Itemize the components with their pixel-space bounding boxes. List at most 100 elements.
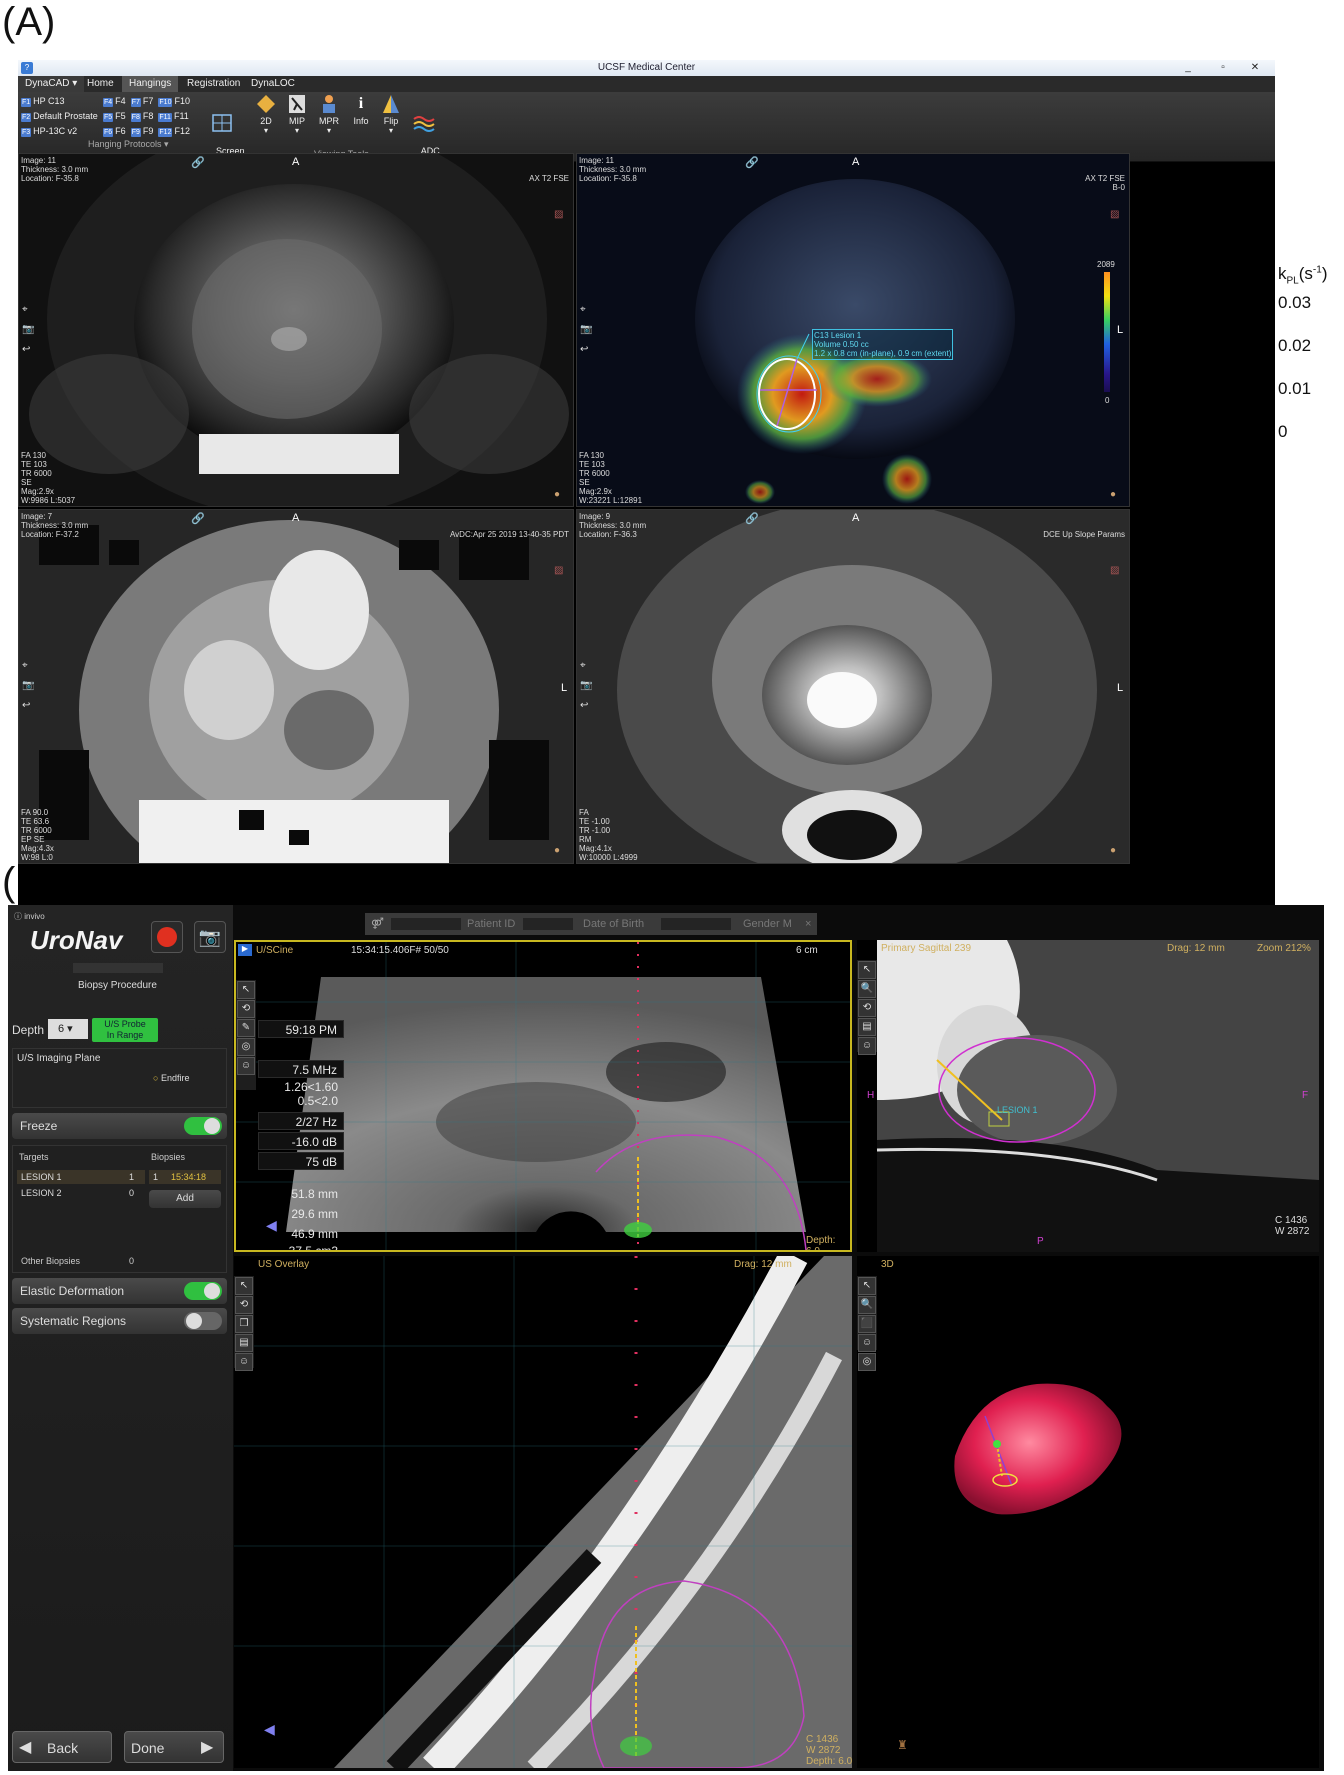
fkey-f4[interactable]: F4 [115,96,126,106]
select-tool-icon[interactable]: ↖ [858,1277,876,1295]
tool-info[interactable]: i Info [344,94,378,126]
close-button[interactable]: ✕ [1240,61,1270,75]
target-tool-icon[interactable]: ◎ [237,1038,255,1056]
restore-button[interactable]: ▫ [1208,61,1238,75]
viewport-us-overlay[interactable]: ↖ ⟲ ❒ ▤ ☺ US Overlay Drag: 12 mm ◀ C 143… [234,1256,852,1768]
cube-tool-icon[interactable]: ⬛ [858,1315,876,1333]
camera-icon[interactable]: 📷 [22,324,34,335]
freeze-toggle[interactable] [184,1117,222,1135]
link-icon[interactable]: 🔗 [745,512,759,525]
viewport-info-bl: FA 130 TE 103 TR 6000 SE Mag:2.9x W:2322… [579,451,643,505]
undo-icon[interactable]: ↩ [580,700,588,711]
minimize-button[interactable]: _ [1173,61,1203,75]
tab-dynaloc[interactable]: DynaLOC [244,76,302,92]
select-tool-icon[interactable]: ↖ [237,981,255,999]
hp-item-3[interactable]: F3 HP-13C v2 [21,125,77,137]
tool-2d[interactable]: 2D ▾ [249,94,283,135]
record-button[interactable] [151,921,183,953]
fkey-f9[interactable]: F9 [143,126,154,136]
link-icon[interactable]: 🔗 [191,156,205,169]
fkey-f6[interactable]: F6 [115,126,126,136]
lesion-annotation[interactable]: C13 Lesion 1 Volume 0.50 cc 1.2 x 0.8 cm… [812,329,954,360]
systematic-toggle[interactable] [184,1312,222,1330]
done-button[interactable]: Done ▶ [124,1731,224,1763]
endfire-radio[interactable]: ○ Endfire [153,1073,189,1083]
select-tool-icon[interactable]: ↖ [235,1277,253,1295]
layers-tool-icon[interactable]: ❒ [235,1315,253,1333]
tab-hangings[interactable]: Hangings [122,76,179,92]
select-tool-icon[interactable]: ↖ [858,961,876,979]
zoom-tool-icon[interactable]: 🔍 [858,980,876,998]
layout-icon[interactable]: ▨ [554,565,563,576]
head-icon[interactable]: ● [1110,845,1116,856]
depth-select[interactable]: 6 ▾ [48,1019,88,1039]
viewport-us-cine[interactable]: ↖ ⟲ ✎ ◎ ☺ ▶ U/SCine 15:34:15.406F# 50/50… [234,940,852,1252]
brush-tool-icon[interactable]: ✎ [237,1019,255,1037]
tool-flip[interactable]: Flip ▾ [374,94,408,135]
viewport-primary-sagittal[interactable]: ↖ 🔍 ⟲ ▤ ☺ Primary Sagittal 239 Drag: 12 … [857,940,1319,1252]
biopsy-row[interactable]: 1 15:34:18 [149,1170,221,1184]
fkey-f11[interactable]: F11 [174,111,189,121]
window-level-icon[interactable]: ▤ [235,1334,253,1352]
layout-icon[interactable]: ▨ [1110,209,1119,220]
play-icon[interactable]: ▶ [238,944,252,956]
target-tool-icon[interactable]: ◎ [858,1353,876,1371]
camera-button[interactable]: 📷 [194,921,226,953]
hp-item-1[interactable]: F1 HP C13 [21,95,65,107]
head-icon[interactable]: ● [554,489,560,500]
viewport-3d[interactable]: ↖ 🔍 ⬛ ☺ ◎ 3D ♜ [857,1256,1319,1768]
viewport-kpl-overlay[interactable]: C13 Lesion 1 Volume 0.50 cc 1.2 x 0.8 cm… [576,153,1130,507]
add-biopsy-button[interactable]: Add [149,1190,221,1208]
hp-item-2[interactable]: F2 Default Prostate [21,110,98,122]
contour-tool-icon[interactable]: ⟲ [858,999,876,1017]
crosshair-icon[interactable]: ⌖ [580,660,586,671]
crosshair-icon[interactable]: ⌖ [580,304,586,315]
viewport-dce[interactable]: Image: 9 Thickness: 3.0 mm Location: F-3… [576,509,1130,864]
undo-icon[interactable]: ↩ [580,344,588,355]
contour-tool-icon[interactable]: ⟲ [235,1296,253,1314]
header-close-icon[interactable]: × [805,913,811,935]
tab-registration[interactable]: Registration [180,76,247,92]
tool-mpr[interactable]: MPR ▾ [312,94,346,135]
camera-icon[interactable]: 📷 [22,680,34,691]
fkey-f8[interactable]: F8 [143,111,154,121]
fkey-f5[interactable]: F5 [115,111,126,121]
adc-wave-icon [413,114,435,134]
head-icon[interactable]: ● [1110,489,1116,500]
layout-icon[interactable]: ▨ [554,209,563,220]
brand-text: invivo [24,912,45,921]
head-tool-icon[interactable]: ☺ [235,1353,253,1371]
done-arrow-icon: ▶ [201,1739,214,1756]
camera-icon[interactable]: 📷 [580,324,592,335]
elastic-label: Elastic Deformation [20,1284,125,1298]
window-level-icon[interactable]: ▤ [858,1018,876,1036]
fkey-f10[interactable]: F10 [174,96,190,106]
target-row[interactable]: LESION 2 0 [17,1186,145,1200]
zoom-tool-icon[interactable]: 🔍 [858,1296,876,1314]
undo-icon[interactable]: ↩ [22,344,30,355]
layout-icon[interactable]: ▨ [1110,565,1119,576]
crosshair-icon[interactable]: ⌖ [22,304,28,315]
fkey-f7[interactable]: F7 [143,96,154,106]
head-tool-icon[interactable]: ☺ [858,1037,876,1055]
us-readout: 1.26<1.60 [284,1080,338,1094]
crosshair-icon[interactable]: ⌖ [22,660,28,671]
viewport-ax-t2[interactable]: Image: 11 Thickness: 3.0 mm Location: F-… [18,153,574,507]
camera-icon[interactable]: 📷 [580,680,592,691]
link-icon[interactable]: 🔗 [191,512,205,525]
tool-mip[interactable]: MIP ▾ [280,94,314,135]
hanging-protocols-group[interactable]: Hanging Protocols ▾ [88,139,169,150]
tab-home[interactable]: Home [80,76,121,92]
fkey-f12[interactable]: F12 [174,126,190,136]
viewport-adc[interactable]: Image: 7 Thickness: 3.0 mm Location: F-3… [18,509,574,864]
back-button[interactable]: ◀ Back [12,1731,112,1763]
link-icon[interactable]: 🔗 [745,156,759,169]
undo-icon[interactable]: ↩ [22,700,30,711]
tab-dynacad[interactable]: DynaCAD ▾ [18,76,85,92]
head-icon[interactable]: ● [554,845,560,856]
contour-tool-icon[interactable]: ⟲ [237,1000,255,1018]
head-tool-icon[interactable]: ☺ [237,1057,255,1075]
head-tool-icon[interactable]: ☺ [858,1334,876,1352]
target-row[interactable]: LESION 1 1 [17,1170,145,1184]
elastic-toggle[interactable] [184,1282,222,1300]
